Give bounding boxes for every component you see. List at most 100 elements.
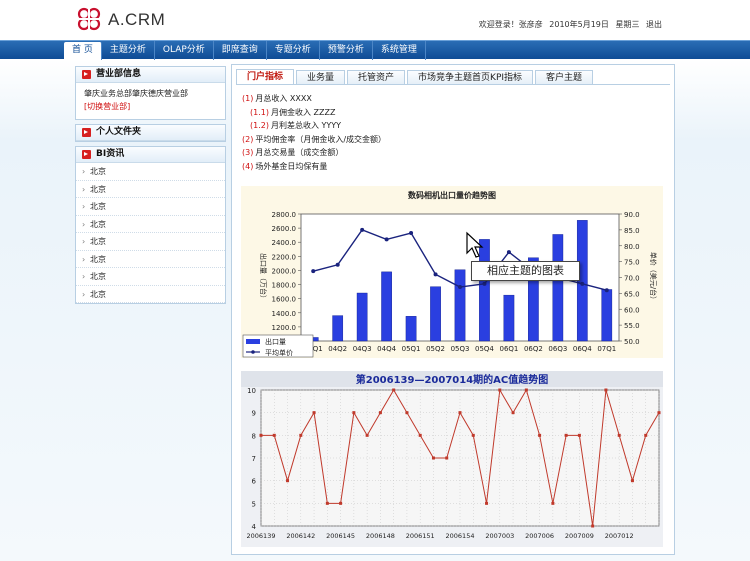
indicator-item[interactable]: (1) 月总收入 XXXX	[242, 92, 386, 106]
tab-2[interactable]: 托管资产	[347, 70, 406, 85]
y2-tick-label: 75.0	[624, 259, 640, 267]
bar	[405, 316, 417, 342]
dept-panel-title: 营业部信息	[96, 69, 142, 79]
header: A.CRM 欢迎登录！张彦彦 2010年5月19日 星期三 退出	[0, 0, 750, 40]
bi-news-list: 北京北京北京北京北京北京北京北京	[76, 163, 225, 303]
ac-point	[365, 433, 369, 437]
welcome-text: 欢迎登录！张彦彦	[478, 20, 543, 29]
export-chart: 数码相机出口量价趋势图 2800.0 2600.0 2400.0 2200.0 2000.…	[241, 186, 663, 358]
bi-news-item[interactable]: 北京	[76, 181, 225, 198]
indicator-number: (2)	[242, 134, 254, 144]
ac-point	[299, 433, 303, 437]
y-tick-label: 5	[252, 500, 256, 508]
ac-point	[458, 411, 462, 415]
dept-panel-header[interactable]: 营业部信息	[76, 67, 225, 83]
indicator-number: (3)	[242, 148, 254, 157]
ac-point	[445, 456, 449, 460]
bi-news-item[interactable]: 北京	[76, 268, 225, 286]
nav-item-6[interactable]: 系统管理	[373, 41, 426, 60]
y2-tick-label: 50.0	[624, 338, 640, 346]
ac-point	[617, 433, 621, 437]
ac-point	[339, 501, 343, 505]
x-tick-label: 06Q2	[524, 345, 543, 353]
x-tick-label: 05Q2	[426, 345, 445, 353]
y-tick-label: 2200.0	[272, 253, 297, 261]
bi-news-item[interactable]: 北京	[76, 216, 225, 233]
ac-point	[286, 479, 290, 483]
y2-tick-label: 85.0	[624, 227, 640, 235]
nav-items: 首 页主题分析 OLAP分析 即席查询 专题分析 预警分析 系统管理	[64, 41, 426, 60]
x-tick-label: 05Q4	[475, 345, 494, 353]
x-tick-label: 2006145	[326, 532, 355, 540]
nav-item-3[interactable]: 即席查询	[214, 41, 267, 60]
switch-dept-link[interactable]: [切换营业部]	[84, 100, 219, 113]
tab-3[interactable]: 市场竞争主题首页KPI指标	[407, 70, 534, 85]
bi-panel-title: BI资讯	[96, 149, 125, 159]
y-axis-label: 出口量（万台）	[259, 253, 268, 302]
price-point	[311, 269, 316, 274]
logo-icon	[77, 7, 101, 31]
x-tick-label: 06Q4	[573, 345, 592, 353]
x-tick-label: 05Q3	[451, 345, 470, 353]
logout-link[interactable]: 退出	[646, 20, 662, 29]
indicator-item[interactable]: (1.1) 月佣金收入 ZZZZ	[242, 106, 386, 120]
ac-point	[564, 433, 568, 437]
bi-news-item[interactable]: 北京	[76, 163, 225, 181]
ac-point	[325, 501, 329, 505]
y-tick-label: 2600.0	[272, 225, 297, 233]
nav-item-0[interactable]: 首 页	[64, 42, 102, 60]
indicator-item[interactable]: (4) 场外基金日均保有量	[242, 160, 386, 174]
tab-4[interactable]: 客户主题	[535, 70, 594, 85]
bar	[503, 294, 515, 342]
tab-0[interactable]: 门户指标	[236, 69, 295, 85]
arrow-marker-icon	[82, 128, 91, 137]
y2-tick-label: 60.0	[624, 306, 640, 314]
logo-text: A.CRM	[108, 10, 166, 29]
y-tick-label: 8	[252, 432, 256, 440]
nav-item-4[interactable]: 专题分析	[267, 41, 320, 60]
bi-news-item[interactable]: 北京	[76, 198, 225, 216]
ac-point	[577, 433, 581, 437]
legend-line-marker	[251, 350, 255, 354]
bar	[430, 286, 441, 342]
ac-point	[272, 433, 276, 437]
tab-1[interactable]: 业务量	[296, 70, 346, 85]
indicator-item[interactable]: (3) 月总交易量（成交金额）	[242, 146, 386, 160]
indicator-item[interactable]: (2) 平均佣金率（月佣金收入/成交金额）	[242, 133, 386, 147]
ac-point	[259, 433, 263, 437]
x-tick-label: 07Q1	[597, 345, 616, 353]
ac-point	[591, 524, 595, 528]
bar	[454, 269, 466, 342]
bi-news-item[interactable]: 北京	[76, 251, 225, 268]
ac-point	[657, 411, 661, 415]
ac-chart: 第2006139—2007014期的AC值趋势图 10 9 8 7 6 5 4 2006139 2…	[241, 371, 663, 547]
files-panel-header[interactable]: 个人文件夹	[76, 125, 225, 141]
price-point	[506, 250, 511, 255]
indicator-item[interactable]: (1.2) 月利差总收入 YYYY	[242, 119, 386, 133]
nav-item-2[interactable]: OLAP分析	[155, 41, 214, 60]
ac-point	[604, 388, 608, 392]
ac-point	[405, 411, 409, 415]
legend-bar-swatch	[246, 339, 260, 344]
x-tick-label: 2006151	[406, 532, 435, 540]
y-tick-label: 1600.0	[272, 296, 297, 304]
indicator-label: 月总交易量（成交金额）	[255, 148, 344, 157]
y-tick-label: 4	[252, 523, 257, 531]
y-tick-label: 1400.0	[272, 310, 297, 318]
date-text: 2010年5月19日	[549, 20, 609, 29]
ac-point	[352, 411, 356, 415]
x-tick-label: 2006142	[286, 532, 315, 540]
indicator-number: (4)	[242, 161, 254, 171]
ac-point	[312, 411, 316, 415]
ac-point	[498, 388, 502, 392]
nav-item-1[interactable]: 主题分析	[102, 41, 155, 60]
files-panel-title: 个人文件夹	[96, 127, 142, 137]
indicator-number: (1.2)	[250, 121, 269, 130]
bi-panel-header[interactable]: BI资讯	[76, 147, 225, 163]
nav-item-5[interactable]: 预警分析	[320, 41, 373, 60]
bi-news-item[interactable]: 北京	[76, 286, 225, 303]
y-tick-label: 7	[252, 455, 256, 463]
x-tick-label: 2006154	[446, 532, 475, 540]
bi-news-item[interactable]: 北京	[76, 233, 225, 251]
indicator-label: 平均佣金率（月佣金收入/成交金额）	[255, 134, 387, 144]
